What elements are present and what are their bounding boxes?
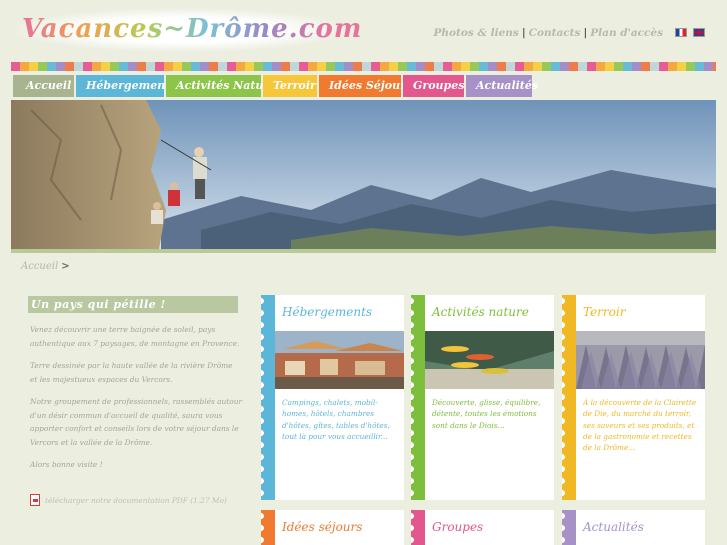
nav-item-idees-sejours[interactable]: Idées Séjours: [319, 75, 412, 97]
download-pdf-link[interactable]: télécharger notre documentation PDF (1.2…: [30, 494, 227, 506]
breadcrumb-home-link[interactable]: Accueil: [21, 261, 58, 272]
pdf-icon: [30, 494, 40, 506]
card-actualites[interactable]: Actualités: [562, 510, 705, 545]
card-text: À la découverte de la Clairette de Die, …: [583, 398, 697, 453]
intro-paragraph: Terre dessinée par la haute vallée de la…: [30, 361, 233, 384]
nav-item-actualites[interactable]: Actualités: [466, 75, 538, 97]
banner-divider: [11, 249, 716, 253]
card-edge: [261, 510, 275, 545]
intro-text: Venez découvrir une terre baignée de sol…: [30, 323, 242, 481]
english-flag-icon[interactable]: [693, 28, 705, 37]
top-link-plan[interactable]: Plan d'accès: [590, 27, 663, 39]
card-title: Activités nature: [432, 305, 529, 319]
card-image-hebergements: [275, 331, 404, 389]
card-hebergements[interactable]: Hébergements Campings, chalets, mobil-ho…: [261, 295, 404, 500]
card-text: Campings, chalets, mobil-homes, hôtels, …: [282, 398, 390, 441]
card-terroir[interactable]: Terroir À la découverte de la Clairette …: [562, 295, 705, 500]
language-switcher: [675, 28, 705, 37]
card-title: Terroir: [583, 305, 626, 319]
card-title: Actualités: [583, 520, 644, 534]
card-activites-nature[interactable]: Activités nature Découverte, glisse, équ…: [411, 295, 554, 500]
top-link-photos[interactable]: Photos & liens: [434, 27, 519, 39]
card-edge: [261, 295, 275, 500]
main-nav: Accueil Hébergements Activités Nature Te…: [13, 75, 538, 97]
nav-item-terroir[interactable]: Terroir: [263, 75, 317, 97]
banner-image: [11, 100, 716, 249]
card-groupes[interactable]: Groupes: [411, 510, 554, 545]
top-link-separator: |: [583, 27, 588, 39]
color-stripe: [11, 62, 716, 71]
card-title: Idées séjours: [282, 520, 363, 534]
card-edge: [562, 295, 576, 500]
card-idees-sejours[interactable]: Idées séjours: [261, 510, 404, 545]
mountain-climbing-photo: [11, 100, 716, 249]
site-logo-text: Vacances~Drôme.com: [22, 14, 363, 44]
intro-paragraph: Notre groupement de professionnels, rass…: [30, 397, 243, 447]
card-edge: [562, 510, 576, 545]
card-edge: [411, 510, 425, 545]
breadcrumb: Accueil >: [21, 261, 70, 272]
card-image-activites: [425, 331, 554, 389]
intro-paragraph: Venez découvrir une terre baignée de sol…: [30, 325, 240, 348]
site-logo[interactable]: Vacances~Drôme.com: [14, 8, 361, 52]
nav-item-groupes[interactable]: Groupes: [403, 75, 464, 97]
card-title: Groupes: [432, 520, 484, 534]
download-pdf-label: télécharger notre documentation PDF (1.2…: [45, 495, 227, 505]
french-flag-icon[interactable]: [675, 28, 687, 37]
card-title: Hébergements: [282, 305, 373, 319]
nav-item-activites-nature[interactable]: Activités Nature: [166, 75, 276, 97]
nav-item-accueil[interactable]: Accueil: [13, 75, 74, 97]
card-image-terroir: [576, 331, 705, 389]
intro-title: Un pays qui pétille !: [28, 296, 238, 313]
card-text: Découverte, glisse, équilibre, détente, …: [432, 398, 541, 430]
intro-paragraph: Alors bonne visite !: [30, 460, 103, 469]
breadcrumb-separator: >: [61, 261, 70, 272]
nav-item-hebergements[interactable]: Hébergements: [76, 75, 176, 97]
card-edge: [411, 295, 425, 500]
header: Vacances~Drôme.com Photos & liens | Contac…: [0, 0, 727, 60]
top-link-contacts[interactable]: Contacts: [529, 27, 581, 39]
top-link-separator: |: [521, 27, 526, 39]
top-links: Photos & liens | Contacts | Plan d'accès: [434, 27, 663, 39]
